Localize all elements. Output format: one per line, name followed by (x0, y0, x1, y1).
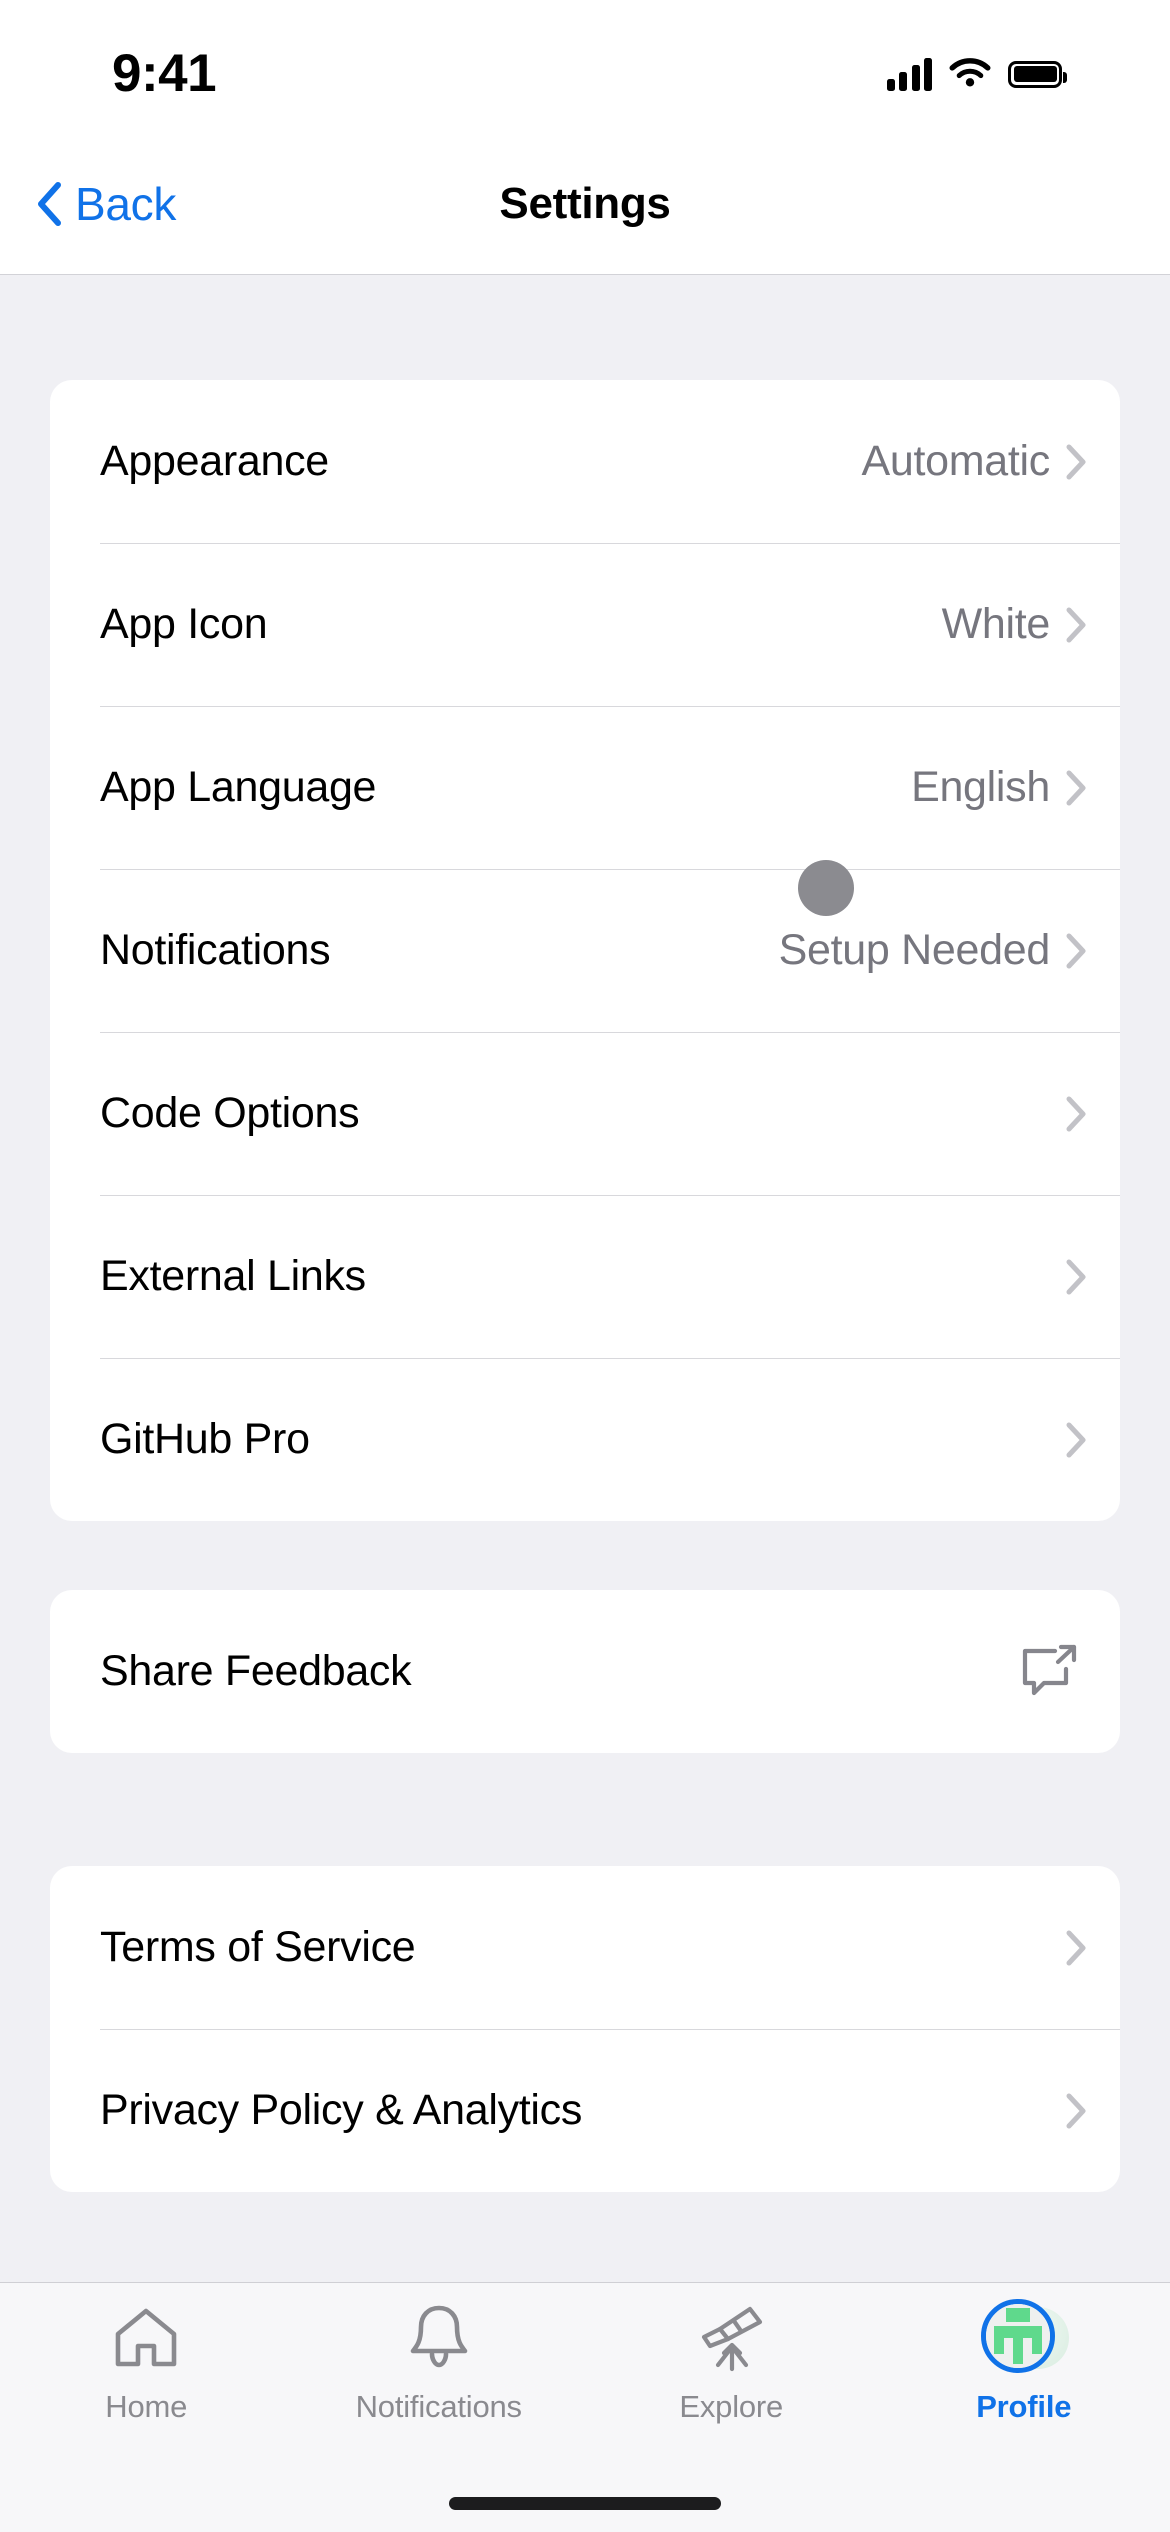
wifi-icon (949, 58, 991, 90)
row-value: English (911, 763, 1050, 811)
settings-scroll-view[interactable]: Appearance Automatic App Icon White App … (0, 276, 1170, 2282)
tab-label: Explore (679, 2389, 784, 2424)
row-label: GitHub Pro (100, 1415, 310, 1463)
row-label: App Language (100, 763, 377, 811)
settings-row-terms-of-service[interactable]: Terms of Service (50, 1866, 1120, 2029)
tab-label: Notifications (355, 2389, 522, 2424)
chevron-right-icon (1066, 1422, 1086, 1458)
settings-row-appearance[interactable]: Appearance Automatic (50, 380, 1120, 543)
settings-row-github-pro[interactable]: GitHub Pro (50, 1358, 1120, 1521)
mouse-cursor (798, 860, 854, 916)
status-bar-time: 9:41 (112, 43, 217, 103)
chevron-right-icon (1066, 444, 1086, 480)
avatar (980, 2299, 1055, 2373)
settings-section-feedback: Share Feedback (50, 1590, 1120, 1753)
chevron-right-icon (1066, 1259, 1086, 1295)
chevron-right-icon (1066, 933, 1086, 969)
tab-label: Home (105, 2389, 188, 2424)
row-label: External Links (100, 1252, 366, 1300)
house-icon (113, 2301, 179, 2375)
tab-bar: Home Notifications Explore Profile (0, 2282, 1170, 2532)
bell-icon (408, 2301, 470, 2375)
tab-notifications[interactable]: Notifications (293, 2301, 586, 2458)
chevron-right-icon (1066, 1930, 1086, 1966)
status-bar: 9:41 (0, 0, 1170, 132)
settings-row-app-icon[interactable]: App Icon White (50, 543, 1120, 706)
row-label: Code Options (100, 1089, 360, 1137)
chevron-right-icon (1066, 2093, 1086, 2129)
avatar-icon (980, 2299, 1069, 2375)
tab-home[interactable]: Home (0, 2301, 293, 2458)
chevron-right-icon (1066, 770, 1086, 806)
home-indicator (449, 2497, 721, 2510)
settings-section-preferences: Appearance Automatic App Icon White App … (50, 380, 1120, 1521)
settings-row-external-links[interactable]: External Links (50, 1195, 1120, 1358)
row-value: Automatic (861, 437, 1051, 485)
settings-row-notifications[interactable]: Notifications Setup Needed (50, 869, 1120, 1032)
row-label: Appearance (100, 437, 329, 485)
chevron-right-icon (1066, 607, 1086, 643)
row-value: Setup Needed (778, 926, 1051, 974)
settings-row-app-language[interactable]: App Language English (50, 706, 1120, 869)
settings-row-privacy-policy[interactable]: Privacy Policy & Analytics (50, 2029, 1120, 2192)
tab-explore[interactable]: Explore (585, 2301, 878, 2458)
tab-label: Profile (976, 2389, 1072, 2424)
tab-profile[interactable]: Profile (878, 2299, 1170, 2458)
settings-row-code-options[interactable]: Code Options (50, 1032, 1120, 1195)
phone-screen: 9:41 Back Settings Appearance Automatic … (0, 0, 1170, 2532)
chevron-right-icon (1066, 1096, 1086, 1132)
row-label: Terms of Service (100, 1923, 416, 1971)
row-label: Share Feedback (100, 1647, 412, 1695)
battery-full-icon (1008, 60, 1067, 88)
row-value: White (941, 600, 1051, 648)
settings-row-share-feedback[interactable]: Share Feedback (50, 1590, 1120, 1753)
row-label: Notifications (100, 926, 331, 974)
settings-section-legal: Terms of Service Privacy Policy & Analyt… (50, 1866, 1120, 2192)
navigation-bar: Back Settings (0, 132, 1170, 275)
status-bar-icons (886, 57, 1067, 91)
row-label: App Icon (100, 600, 268, 648)
row-label: Privacy Policy & Analytics (100, 2086, 583, 2134)
cellular-signal-icon (886, 57, 932, 91)
telescope-icon (696, 2301, 766, 2375)
page-title: Settings (499, 178, 671, 228)
share-feedback-icon (1018, 1644, 1086, 1700)
